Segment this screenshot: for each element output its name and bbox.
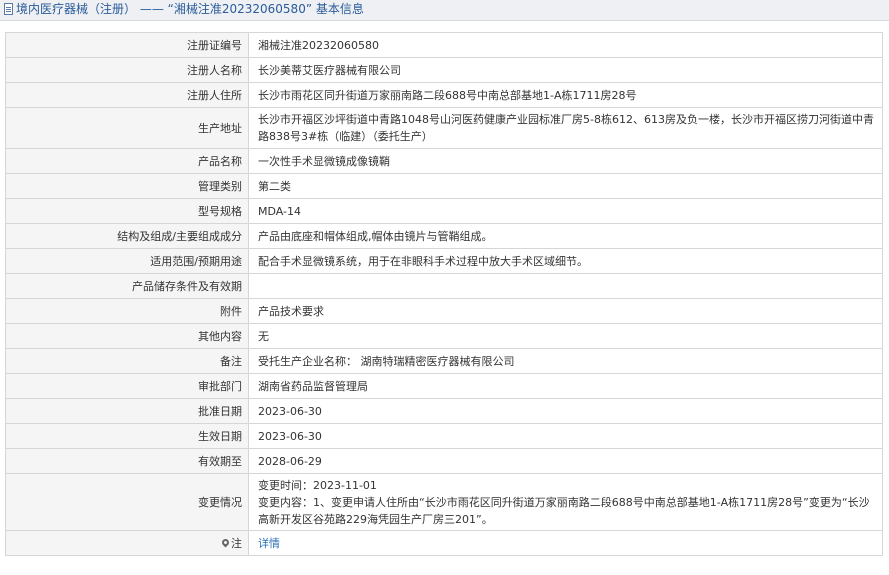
page-title: 境内医疗器械（注册） —— “湘械注准20232060580” 基本信息 [16,2,364,16]
table-row: 变更情况 变更时间：2023-11-01 变更内容：1、变更申请人住所由“长沙市… [5,473,883,531]
table-row: 管理类别 第二类 [5,173,883,199]
table-row: 备注 受托生产企业名称： 湖南特瑞精密医疗器械有限公司 [5,348,883,374]
note-label: 注 [231,537,242,550]
row-label-valid-until: 有效期至 [5,448,249,474]
row-value-structure: 产品由底座和帽体组成,帽体由镜片与管鞘组成。 [248,223,883,249]
table-row: 产品储存条件及有效期 [5,273,883,299]
table-row: 其他内容 无 [5,323,883,349]
row-label-remarks: 备注 [5,348,249,374]
row-value-registrant-address: 长沙市雨花区同升街道万家丽南路二段688号中南总部基地1-A栋1711房28号 [248,82,883,108]
row-label-approval-department: 审批部门 [5,373,249,399]
row-value-registrant-name: 长沙美蒂艾医疗器械有限公司 [248,57,883,83]
document-icon [4,3,13,15]
row-value-note: 详情 [248,530,883,556]
table-row: 结构及组成/主要组成成分 产品由底座和帽体组成,帽体由镜片与管鞘组成。 [5,223,883,249]
row-value-change-info: 变更时间：2023-11-01 变更内容：1、变更申请人住所由“长沙市雨花区同升… [248,473,883,531]
row-label-intended-use: 适用范围/预期用途 [5,248,249,274]
row-value-valid-until: 2028-06-29 [248,448,883,474]
pin-icon [220,537,231,548]
table-row: 生产地址 长沙市开福区沙坪街道中青路1048号山河医药健康产业园标准厂房5-8栋… [5,107,883,149]
row-label-storage-conditions: 产品储存条件及有效期 [5,273,249,299]
row-value-approval-department: 湖南省药品监督管理局 [248,373,883,399]
row-label-change-info: 变更情况 [5,473,249,531]
row-value-remarks: 受托生产企业名称： 湖南特瑞精密医疗器械有限公司 [248,348,883,374]
row-label-management-category: 管理类别 [5,173,249,199]
change-content: 变更内容：1、变更申请人住所由“长沙市雨花区同升街道万家丽南路二段688号中南总… [258,495,870,526]
details-link[interactable]: 详情 [258,537,280,550]
row-value-production-address: 长沙市开福区沙坪街道中青路1048号山河医药健康产业园标准厂房5-8栋612、6… [248,107,883,149]
row-value-registration-number: 湘械注准20232060580 [248,32,883,58]
table-row: 有效期至 2028-06-29 [5,448,883,474]
row-label-product-name: 产品名称 [5,148,249,174]
table-row: 批准日期 2023-06-30 [5,398,883,424]
page-header: 境内医疗器械（注册） —— “湘械注准20232060580” 基本信息 [0,0,889,21]
row-value-storage-conditions [248,273,883,299]
row-label-registrant-name: 注册人名称 [5,57,249,83]
row-label-registrant-address: 注册人住所 [5,82,249,108]
row-value-other-content: 无 [248,323,883,349]
row-value-effective-date: 2023-06-30 [248,423,883,449]
row-value-management-category: 第二类 [248,173,883,199]
table-row: 适用范围/预期用途 配合手术显微镜系统，用于在非眼科手术过程中放大手术区域细节。 [5,248,883,274]
change-time: 变更时间：2023-11-01 [258,478,377,492]
table-row: 注册人住所 长沙市雨花区同升街道万家丽南路二段688号中南总部基地1-A栋171… [5,82,883,108]
table-row: 型号规格 MDA-14 [5,198,883,224]
row-label-note: 注 [5,530,249,556]
table-row: 注册证编号 湘械注准20232060580 [5,32,883,58]
row-value-approval-date: 2023-06-30 [248,398,883,424]
row-label-other-content: 其他内容 [5,323,249,349]
row-label-approval-date: 批准日期 [5,398,249,424]
table-row: 注 详情 [5,530,883,556]
row-value-product-name: 一次性手术显微镜成像镜鞘 [248,148,883,174]
info-table: 注册证编号 湘械注准20232060580 注册人名称 长沙美蒂艾医疗器械有限公… [5,32,883,556]
row-label-production-address: 生产地址 [5,107,249,149]
row-label-model-spec: 型号规格 [5,198,249,224]
table-row: 产品名称 一次性手术显微镜成像镜鞘 [5,148,883,174]
table-row: 注册人名称 长沙美蒂艾医疗器械有限公司 [5,57,883,83]
table-row: 审批部门 湖南省药品监督管理局 [5,373,883,399]
row-value-attachment: 产品技术要求 [248,298,883,324]
table-row: 生效日期 2023-06-30 [5,423,883,449]
row-label-registration-number: 注册证编号 [5,32,249,58]
row-value-model-spec: MDA-14 [248,198,883,224]
table-row: 附件 产品技术要求 [5,298,883,324]
row-label-effective-date: 生效日期 [5,423,249,449]
row-label-attachment: 附件 [5,298,249,324]
row-value-intended-use: 配合手术显微镜系统，用于在非眼科手术过程中放大手术区域细节。 [248,248,883,274]
row-label-structure: 结构及组成/主要组成成分 [5,223,249,249]
